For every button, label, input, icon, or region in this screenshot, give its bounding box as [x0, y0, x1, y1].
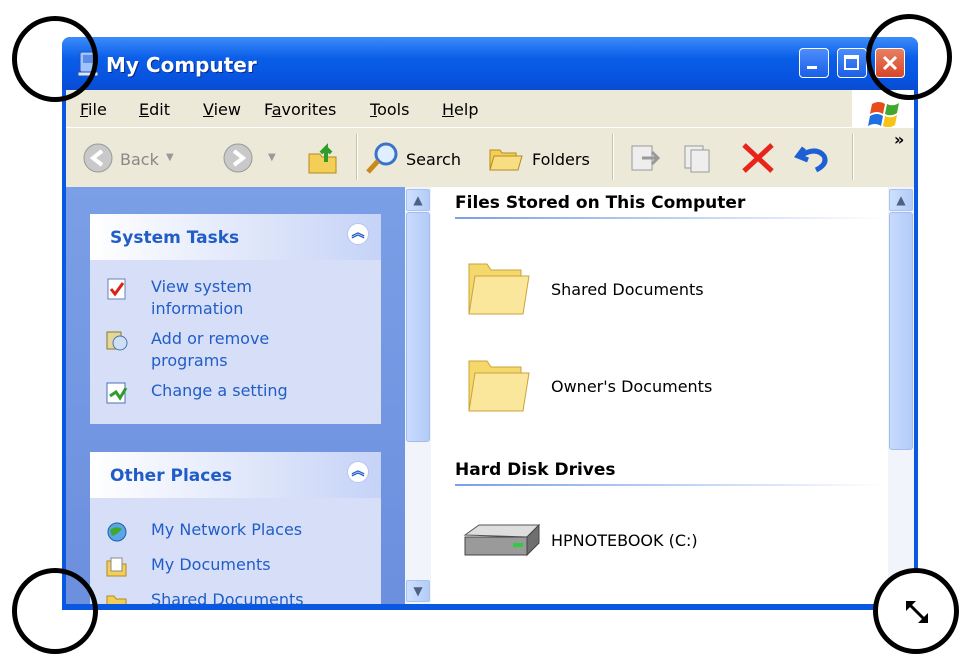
file-list: Files Stored on This Computer Shared Doc…	[431, 187, 888, 604]
other-places-panel: Other Places ︽ My Network Places My Docu…	[90, 452, 381, 604]
up-folder-icon[interactable]	[306, 140, 342, 176]
folders-button[interactable]: Folders	[488, 138, 600, 178]
place-label: Shared Documents	[151, 590, 304, 604]
search-label: Search	[406, 150, 461, 169]
task-label: View system information	[151, 277, 252, 318]
folder-item[interactable]: Owner's Documents	[465, 349, 765, 429]
system-tasks-title: System Tasks	[110, 228, 240, 248]
forward-button[interactable]: ▼	[216, 138, 286, 178]
add-remove-programs-icon	[106, 331, 128, 351]
toolbar-overflow-icon[interactable]: »	[894, 130, 904, 149]
drive-item[interactable]: HPNOTEBOOK (C:)	[459, 521, 779, 571]
place-label: My Network Places	[151, 520, 303, 539]
place-label: My Documents	[151, 555, 271, 574]
undo-icon[interactable]	[794, 140, 830, 174]
section-hard-disk-drives: Hard Disk Drives	[455, 460, 616, 480]
menu-help[interactable]: Help	[442, 100, 478, 119]
folders-icon	[489, 149, 523, 171]
resize-arrow-icon	[906, 601, 928, 623]
system-tasks-header[interactable]: System Tasks ︽	[90, 214, 381, 260]
section-divider	[455, 484, 885, 486]
back-label: Back	[120, 150, 159, 169]
menu-file[interactable]: File	[80, 100, 107, 119]
search-icon	[366, 142, 398, 174]
menu-tools[interactable]: Tools	[370, 100, 409, 119]
file-list-scrollbar[interactable]: ▲ ▼	[888, 187, 914, 604]
maximize-icon	[844, 55, 859, 70]
content-area: System Tasks ︽ View system information A…	[66, 187, 914, 604]
highlight-circle-top-right	[866, 14, 952, 100]
scroll-up-icon[interactable]: ▲	[406, 189, 430, 211]
control-panel-icon	[106, 382, 128, 404]
copy-to-icon[interactable]	[681, 142, 715, 174]
forward-dropdown-icon[interactable]: ▼	[268, 152, 276, 163]
back-arrow-icon	[83, 143, 113, 173]
maximize-button[interactable]	[837, 48, 867, 78]
highlight-circle-top-left	[12, 16, 98, 102]
shared-documents-icon	[106, 595, 127, 604]
task-label: Add or remove programs	[151, 329, 270, 370]
minimize-button[interactable]	[799, 48, 829, 78]
folder-label: Shared Documents	[551, 280, 704, 299]
window-title: My Computer	[106, 53, 257, 77]
folder-icon	[468, 360, 530, 412]
minimize-icon	[807, 66, 817, 69]
back-dropdown-icon[interactable]: ▼	[166, 152, 174, 163]
menu-edit[interactable]: Edit	[139, 100, 170, 119]
folder-icon	[468, 263, 530, 315]
collapse-chevron-icon[interactable]: ︽	[347, 223, 369, 245]
move-to-icon[interactable]	[628, 142, 662, 174]
scroll-thumb[interactable]	[406, 212, 430, 442]
my-documents-icon	[106, 557, 127, 577]
task-pane-scrollbar[interactable]: ▲ ▼	[405, 187, 431, 604]
search-button[interactable]: Search	[364, 138, 474, 178]
section-divider	[455, 217, 885, 219]
forward-arrow-icon	[223, 143, 253, 173]
menu-bar: File Edit View Favorites Tools Help	[66, 90, 914, 128]
highlight-circle-bottom-right	[873, 568, 959, 654]
collapse-chevron-icon[interactable]: ︽	[347, 461, 369, 483]
system-tasks-panel: System Tasks ︽ View system information A…	[90, 214, 381, 424]
back-button[interactable]: Back ▼	[74, 138, 179, 178]
highlight-circle-bottom-left	[12, 568, 98, 654]
menu-view[interactable]: View	[203, 100, 241, 119]
folder-item[interactable]: Shared Documents	[465, 252, 765, 332]
task-pane: System Tasks ︽ View system information A…	[66, 187, 405, 604]
folders-label: Folders	[532, 150, 590, 169]
section-files-stored: Files Stored on This Computer	[455, 193, 746, 213]
other-places-header[interactable]: Other Places ︽	[90, 452, 381, 498]
title-bar[interactable]: My Computer	[62, 37, 918, 90]
explorer-window: My Computer File Edit View Favorites Too…	[62, 37, 918, 610]
other-places-title: Other Places	[110, 466, 232, 486]
system-info-icon	[107, 278, 126, 300]
folder-label: Owner's Documents	[551, 377, 713, 396]
toolbar: Back ▼ ▼ Search Folders »	[66, 127, 914, 187]
task-label: Change a setting	[151, 381, 288, 400]
menu-favorites[interactable]: Favorites	[264, 100, 336, 119]
scroll-thumb[interactable]	[889, 212, 913, 450]
scroll-up-icon[interactable]: ▲	[889, 189, 913, 211]
drive-label: HPNOTEBOOK (C:)	[551, 531, 698, 550]
scroll-down-icon[interactable]: ▼	[406, 580, 430, 602]
hard-drive-icon	[463, 523, 541, 557]
delete-icon[interactable]	[740, 142, 776, 174]
network-places-icon	[107, 522, 127, 542]
